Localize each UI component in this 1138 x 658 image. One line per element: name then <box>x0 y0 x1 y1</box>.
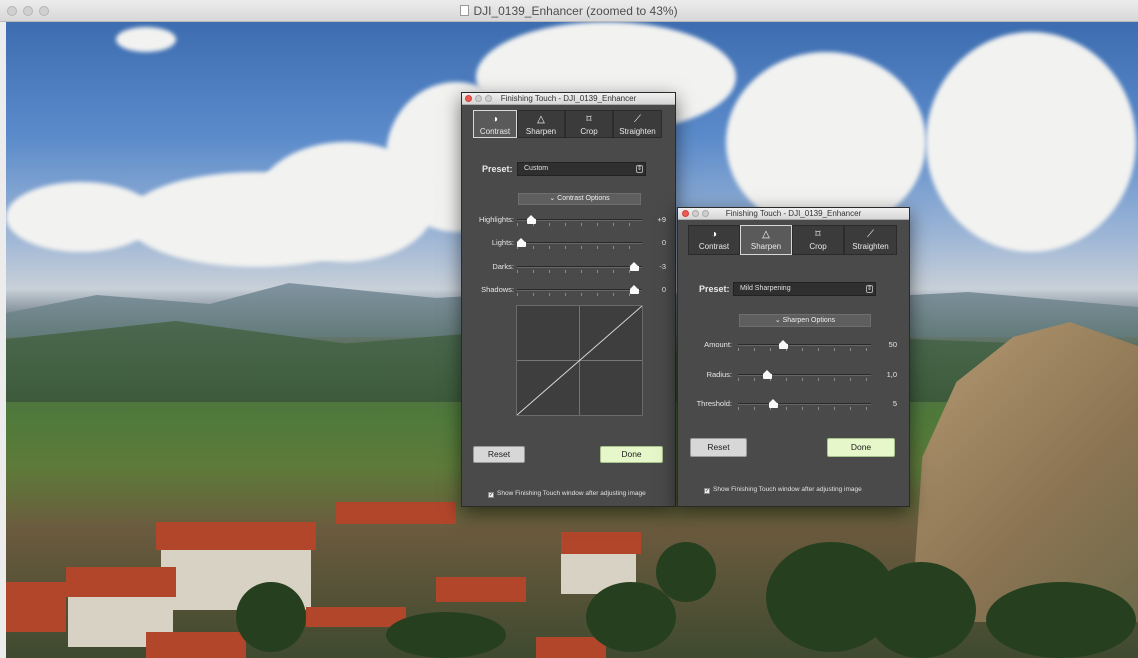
contrast-icon: ◑ <box>491 114 499 125</box>
select-arrows-icon: ⇕ <box>636 165 643 173</box>
preset-select-value: Custom <box>524 165 549 172</box>
lights-slider-ticks <box>517 246 642 249</box>
preset-select-value: Mild Sharpening <box>740 285 791 292</box>
darks-label: Darks: <box>492 262 514 271</box>
sharpen-panel-title: Finishing Touch - DJI_0139_Enhancer <box>725 209 862 218</box>
contrast-panel: Finishing Touch - DJI_0139_Enhancer ◑ Co… <box>461 92 676 507</box>
contrast-panel-toolbar: ◑ Contrast △ Sharpen ⌑ Crop ⟋ Straighten <box>473 110 662 138</box>
sharpen-panel-titlebar: Finishing Touch - DJI_0139_Enhancer <box>678 208 909 220</box>
tab-straighten[interactable]: ⟋ Straighten <box>613 110 662 138</box>
show-window-option[interactable]: ✓ Show Finishing Touch window after adjus… <box>488 490 646 498</box>
tab-crop-label: Crop <box>809 242 827 251</box>
tab-contrast-label: Contrast <box>698 242 730 251</box>
crop-icon: ⌑ <box>586 114 592 125</box>
amount-slider-ticks <box>738 348 871 351</box>
tab-sharpen-label: Sharpen <box>525 127 557 136</box>
contrast-icon: ◑ <box>710 229 718 240</box>
shadows-slider-thumb[interactable] <box>629 285 639 294</box>
sharpen-panel: Finishing Touch - DJI_0139_Enhancer ◑ Co… <box>677 207 910 507</box>
tab-contrast[interactable]: ◑ Contrast <box>688 225 740 255</box>
lights-slider-track[interactable] <box>517 242 642 244</box>
preset-select[interactable]: Mild Sharpening ⇕ <box>733 282 876 296</box>
preset-label: Preset: <box>482 164 513 174</box>
darks-value: -3 <box>659 262 666 271</box>
show-window-option[interactable]: ✓ Show Finishing Touch window after adjus… <box>704 486 862 494</box>
highlights-label: Highlights: <box>478 215 514 224</box>
amount-value: 50 <box>888 340 897 349</box>
sharpen-panel-toolbar: ◑ Contrast △ Sharpen ⌑ Crop ⟋ Straighten <box>688 225 897 255</box>
show-window-label: Show Finishing Touch window after adjust… <box>497 490 646 497</box>
amount-slider-thumb[interactable] <box>778 340 788 349</box>
tab-crop-label: Crop <box>580 127 598 136</box>
amount-label: Amount: <box>704 340 732 349</box>
straighten-icon: ⟋ <box>867 229 874 240</box>
shadows-label: Shadows: <box>481 285 514 294</box>
done-button[interactable]: Done <box>600 446 663 463</box>
done-button[interactable]: Done <box>827 438 895 457</box>
threshold-label: Threshold: <box>696 399 732 408</box>
tab-crop[interactable]: ⌑ Crop <box>792 225 844 255</box>
reset-button[interactable]: Reset <box>473 446 525 463</box>
tab-crop[interactable]: ⌑ Crop <box>565 110 613 138</box>
shadows-value: 0 <box>661 285 666 294</box>
highlights-slider-thumb[interactable] <box>527 215 537 224</box>
tab-straighten-label: Straighten <box>852 242 889 251</box>
sharpen-icon: △ <box>762 229 770 240</box>
darks-slider-ticks <box>517 270 642 273</box>
preset-label: Preset: <box>699 284 730 294</box>
tab-sharpen-label: Sharpen <box>750 242 782 251</box>
darks-slider-track[interactable] <box>517 266 642 268</box>
highlights-value: +9 <box>657 215 666 224</box>
darks-slider-thumb[interactable] <box>629 262 639 271</box>
crop-icon: ⌑ <box>815 229 821 240</box>
threshold-slider-thumb[interactable] <box>769 399 778 408</box>
radius-slider-thumb[interactable] <box>762 370 772 379</box>
tab-contrast-label: Contrast <box>479 127 511 136</box>
contrast-panel-titlebar: Finishing Touch - DJI_0139_Enhancer <box>462 93 675 105</box>
tab-straighten-label: Straighten <box>619 127 656 136</box>
threshold-value: 5 <box>892 399 897 408</box>
window-title-text: DJI_0139_Enhancer (zoomed to 43%) <box>473 4 678 18</box>
contrast-options-button[interactable]: ⌄ Contrast Options <box>518 193 641 205</box>
tab-straighten[interactable]: ⟋ Straighten <box>844 225 897 255</box>
shadows-slider-track[interactable] <box>517 289 642 291</box>
tone-curve-graph[interactable] <box>516 305 643 416</box>
show-window-label: Show Finishing Touch window after adjust… <box>713 486 862 493</box>
sharpen-options-button[interactable]: ⌄ Sharpen Options <box>739 314 871 327</box>
lights-label: Lights: <box>491 238 514 247</box>
lights-value: 0 <box>661 238 666 247</box>
threshold-slider-track[interactable] <box>738 403 871 405</box>
tone-curve-svg <box>516 305 643 416</box>
straighten-icon: ⟋ <box>634 114 641 125</box>
preset-select[interactable]: Custom ⇕ <box>517 162 646 176</box>
radius-slider-track[interactable] <box>738 374 871 376</box>
radius-value: 1,0 <box>886 370 897 379</box>
tab-contrast[interactable]: ◑ Contrast <box>473 110 517 138</box>
main-titlebar: DJI_0139_Enhancer (zoomed to 43%) <box>0 0 1138 22</box>
sharpen-icon: △ <box>537 114 545 125</box>
shadows-slider-ticks <box>517 293 642 296</box>
window-title: DJI_0139_Enhancer (zoomed to 43%) <box>0 4 1138 18</box>
tab-sharpen[interactable]: △ Sharpen <box>740 225 792 255</box>
amount-slider-track[interactable] <box>738 344 871 346</box>
show-window-checkbox[interactable]: ✓ <box>704 488 710 494</box>
contrast-panel-title: Finishing Touch - DJI_0139_Enhancer <box>500 94 637 103</box>
document-icon <box>460 5 470 16</box>
tab-sharpen[interactable]: △ Sharpen <box>517 110 565 138</box>
reset-button[interactable]: Reset <box>690 438 747 457</box>
threshold-slider-ticks <box>738 407 871 410</box>
radius-label: Radius: <box>706 370 732 379</box>
show-window-checkbox[interactable]: ✓ <box>488 492 494 498</box>
radius-slider-ticks <box>738 378 871 381</box>
lights-slider-thumb[interactable] <box>517 238 526 247</box>
select-arrows-icon: ⇕ <box>866 285 873 293</box>
